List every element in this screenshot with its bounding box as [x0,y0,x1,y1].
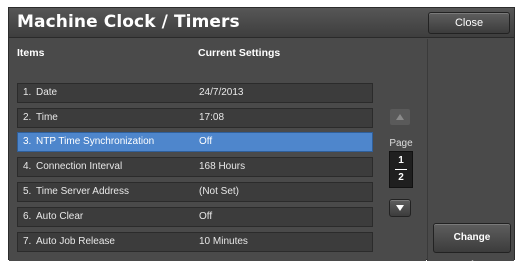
total-pages: 2 [398,172,404,183]
item-label: Time [36,112,58,123]
item-value: (Not Set) [199,186,240,197]
item-number: 2. [23,112,32,123]
item-label: Time Server Address [36,186,129,197]
triangle-down-icon [396,205,404,211]
item-value: 17:08 [199,112,225,123]
item-number: 4. [23,161,32,172]
table-header: Items Current Settings [9,47,426,63]
column-header-items: Items [17,47,45,59]
page-up-button[interactable] [389,108,411,126]
item-label: Date [36,87,58,98]
page-label: Page [389,138,413,149]
list-item-auto-clear[interactable]: 6. Auto Clear Off [17,207,373,227]
item-value: 168 Hours [199,161,246,172]
item-value: Off [199,211,213,222]
close-button[interactable]: Close [428,12,510,34]
item-number: 1. [23,87,32,98]
machine-clock-dialog: Machine Clock / Timers Close Items Curre… [8,7,515,264]
item-label: NTP Time Synchronization [36,136,155,147]
list-item-ntp-time-synchronization[interactable]: 3. NTP Time Synchronization Off [17,132,373,152]
page-divider [395,169,407,170]
list-item-time[interactable]: 2. Time 17:08 [17,108,373,128]
page-title: Machine Clock / Timers [17,12,240,32]
page-down-button[interactable] [389,199,411,217]
change-settings-button[interactable]: Change Settings [433,223,511,264]
list-item-date[interactable]: 1. Date 24/7/2013 [17,83,373,103]
item-label: Auto Job Release [36,236,115,247]
pager: Page 1 2 [381,39,426,261]
current-page: 1 [398,155,404,166]
item-number: 6. [23,211,32,222]
list-item-auto-job-release[interactable]: 7. Auto Job Release 10 Minutes [17,232,373,252]
item-number: 7. [23,236,32,247]
title-bar: Machine Clock / Timers Close [9,8,514,38]
triangle-up-icon [396,114,404,120]
list-item-connection-interval[interactable]: 4. Connection Interval 168 Hours [17,157,373,177]
item-value: 10 Minutes [199,236,248,247]
item-label: Connection Interval [36,161,123,172]
item-label: Auto Clear [36,211,84,222]
page-indicator: 1 2 [389,151,413,188]
column-header-current-settings: Current Settings [198,47,281,59]
item-number: 3. [23,136,32,147]
item-value: Off [199,136,213,147]
item-number: 5. [23,186,32,197]
list-item-time-server-address[interactable]: 5. Time Server Address (Not Set) [17,182,373,202]
item-value: 24/7/2013 [199,87,244,98]
action-panel: Change Settings [427,39,514,264]
items-list-panel: Items Current Settings 1. Date 24/7/2013… [9,39,426,261]
